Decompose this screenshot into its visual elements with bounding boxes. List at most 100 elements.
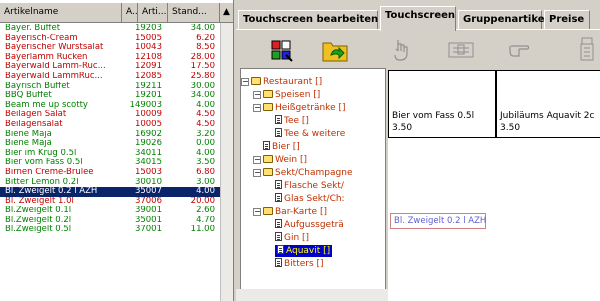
row-article-name: Bayerlamm Rücken <box>5 52 88 62</box>
tree-expand-toggle[interactable]: − <box>253 91 261 99</box>
row-price: 25.80 <box>190 71 215 81</box>
table-row[interactable]: Beam me up scotty 149003 4.00 <box>0 101 220 111</box>
table-row[interactable]: Bl. Zweigelt 0.2 l AZH 35007 4.00 <box>0 186 221 198</box>
tree-node[interactable]: Heißgetränke [] <box>263 102 345 114</box>
touch-button-2[interactable]: Jubiläums Aquavit 2c 3.50 <box>496 70 600 138</box>
tab-preise[interactable]: Preise <box>544 10 590 30</box>
tab-bar: Touchscreen bearbeiten Touchscreen Grupp… <box>236 6 600 31</box>
tree-expand-toggle[interactable]: − <box>253 208 261 216</box>
tab-gruppenartikel[interactable]: Gruppenartikel <box>458 10 548 30</box>
table-row[interactable]: Bier im Krug 0.5l 34011 4.00 <box>0 149 220 159</box>
hand-pointer-icon[interactable] <box>506 34 536 66</box>
tab-touchscreen[interactable]: Touchscreen <box>380 6 456 31</box>
row-article-number: 37001 <box>134 225 162 235</box>
row-article-number: 15003 <box>134 167 162 177</box>
tree-node[interactable]: Sekt/Champagne <box>263 167 352 179</box>
document-icon <box>263 141 270 150</box>
row-article-number: 35007 <box>134 187 162 197</box>
table-row[interactable]: Bayerwald LammRüc... 12085 25.80 <box>0 72 220 82</box>
row-article-name: Beam me up scotty <box>5 100 88 110</box>
table-row[interactable]: Bayrisch Büffet 19211 30.00 <box>0 82 220 92</box>
table-row[interactable]: Birnen Creme-Brulee 15003 6.80 <box>0 168 220 178</box>
dragged-item-label[interactable]: Bl. Zweigelt 0.2 l AZH <box>390 213 486 229</box>
folder-arrow-icon[interactable] <box>320 34 350 66</box>
tree-node-label: Bar-Karte [] <box>275 207 327 217</box>
tree-expand-toggle[interactable]: − <box>253 156 261 164</box>
row-article-number: 30010 <box>134 177 162 187</box>
table-row[interactable]: Bl. Zweigelt 1.0l 37006 20.00 <box>0 197 220 207</box>
row-price: 11.00 <box>190 225 215 235</box>
device-icon[interactable] <box>572 34 600 66</box>
table-row[interactable]: Bayerischer Wurstsalat 10043 8.50 <box>0 43 220 53</box>
row-price: 17.50 <box>190 62 215 72</box>
table-row[interactable]: Bl.Zweigelt 0.2l 35001 4.70 <box>0 216 220 226</box>
toolbar <box>236 29 600 69</box>
touch-button-label: Bier vom Fass 0.5l <box>392 111 475 121</box>
tree-node[interactable]: Bier [] <box>263 141 300 153</box>
table-row[interactable]: Bayerisch-Cream 15005 6.20 <box>0 34 220 44</box>
row-article-number: 34015 <box>134 158 162 168</box>
table-row[interactable]: Beilagensalat 10005 4.50 <box>0 120 220 130</box>
tree-node[interactable]: Glas Sekt/Ch: <box>275 193 345 205</box>
keyboard-icon[interactable] <box>446 34 476 66</box>
column-header-a[interactable]: A... <box>122 3 138 23</box>
table-row[interactable]: BBQ Buffet 19201 34.00 <box>0 91 220 101</box>
tree-node-label: Tee [] <box>284 116 309 126</box>
row-price: 34.00 <box>190 91 215 101</box>
tree-node[interactable]: Speisen [] <box>263 89 320 101</box>
row-article-number: 19201 <box>134 91 162 101</box>
tree-expand-toggle[interactable]: − <box>241 78 249 86</box>
touch-button-1[interactable]: Bier vom Fass 0.5l 3.50 <box>388 70 496 138</box>
folder-icon <box>263 155 273 163</box>
document-icon <box>275 232 282 241</box>
tree-expand-toggle[interactable]: − <box>253 169 261 177</box>
column-header-artikelnr[interactable]: Arti... <box>138 3 168 23</box>
table-row[interactable]: Beilagen Salat 10009 4.50 <box>0 110 220 120</box>
tree-node[interactable]: Wein [] <box>263 154 307 166</box>
row-price: 2.60 <box>196 206 215 216</box>
tree-node[interactable]: Aquavit [] <box>275 245 333 257</box>
hand-point-icon[interactable] <box>386 34 416 66</box>
row-price: 3.00 <box>196 177 215 187</box>
table-row[interactable]: Bl.Zweigelt 0.1l 39001 2.60 <box>0 206 220 216</box>
table-row[interactable]: Bl.Zweigelt 0.5l 37001 11.00 <box>0 225 220 235</box>
column-header-standardpreis[interactable]: Stand... <box>168 3 220 23</box>
table-row[interactable]: Bayerwald Lamm-Rüc... 12091 17.50 <box>0 62 220 72</box>
tree-node[interactable]: Bitters [] <box>275 258 324 270</box>
column-header-artikelname[interactable]: Artikelname <box>0 3 122 23</box>
row-article-name: Birnen Creme-Brulee <box>5 167 94 177</box>
vertical-scrollbar[interactable] <box>220 23 233 301</box>
tree-expand-toggle[interactable]: − <box>253 104 261 112</box>
tree-node-label: Sekt/Champagne <box>275 168 353 178</box>
grid-edit-icon[interactable] <box>266 34 296 66</box>
horizontal-scrollbar[interactable] <box>236 289 388 301</box>
document-icon <box>275 219 282 228</box>
touchscreen-editor-panel: Touchscreen bearbeiten Touchscreen Grupp… <box>236 0 600 301</box>
scroll-up-icon[interactable]: ▲ <box>220 3 233 23</box>
tree-node-label: Heißgetränke [] <box>275 103 346 113</box>
tree-node-label: Wein [] <box>275 155 307 165</box>
table-row[interactable]: Bitter Lemon 0.2l 30010 3.00 <box>0 178 220 188</box>
table-row[interactable]: Biene Maja 19026 0.00 <box>0 139 220 149</box>
row-price: 20.00 <box>190 196 215 206</box>
tree-node[interactable]: Aufgussgeträ <box>275 219 344 231</box>
table-row[interactable]: Bayerlamm Rücken 12108 28.00 <box>0 53 220 63</box>
row-article-name: Bier im Krug 0.5l <box>5 148 77 158</box>
tree-node[interactable]: Tee & weitere <box>275 128 345 140</box>
table-row[interactable]: Bier vom Fass 0.5l 34015 3.50 <box>0 158 220 168</box>
category-tree[interactable]: − Restaurant [] − Speisen [] − Heißgetränke [… <box>240 68 386 301</box>
tab-touchscreen-bearbeiten[interactable]: Touchscreen bearbeiten <box>238 10 378 30</box>
row-article-name: Bayer. Buffet <box>5 24 61 33</box>
row-price: 3.20 <box>196 129 215 139</box>
tree-node[interactable]: Restaurant [] <box>251 76 322 88</box>
row-article-name: Bayerisch-Cream <box>5 33 78 43</box>
tree-node[interactable]: Bar-Karte [] <box>263 206 327 218</box>
tree-node[interactable]: Tee [] <box>275 115 309 127</box>
row-article-name: Bl. Zweigelt 1.0l <box>5 196 74 206</box>
tree-node[interactable]: Flasche Sekt/ <box>275 180 344 192</box>
tree-node-label: Bitters [] <box>284 259 324 269</box>
table-row[interactable]: Biene Maja 16902 3.20 <box>0 130 220 140</box>
tree-node[interactable]: Gin [] <box>275 232 309 244</box>
table-row[interactable]: Bayer. Buffet 19203 34.00 <box>0 24 220 34</box>
row-article-name: Biene Maja <box>5 129 52 139</box>
